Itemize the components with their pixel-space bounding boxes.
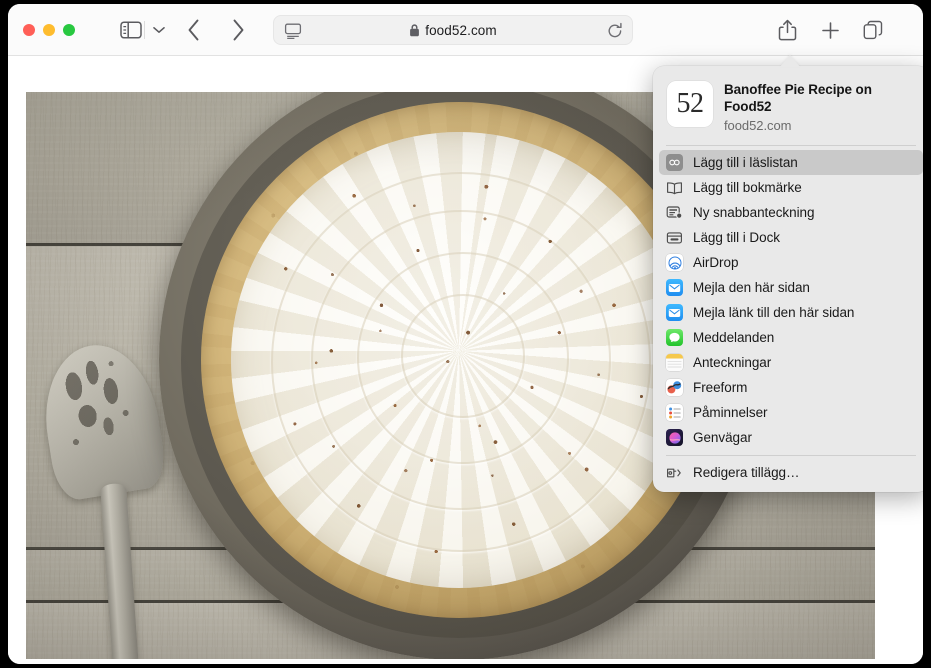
share-button[interactable]	[773, 17, 801, 43]
page-title: Banoffee Pie Recipe on Food52	[724, 82, 872, 114]
mail-icon	[666, 304, 683, 321]
page-domain: food52.com	[724, 118, 792, 133]
menu-item-label: Ny snabbanteckning	[693, 205, 815, 220]
menu-item-shortcuts[interactable]: Genvägar	[659, 425, 923, 450]
menu-item-label: Lägg till bokmärke	[693, 180, 802, 195]
menu-item-label: Mejla länk till den här sidan	[693, 305, 855, 320]
menu-item-label: Mejla den här sidan	[693, 280, 810, 295]
reload-icon[interactable]	[606, 22, 624, 40]
new-tab-button[interactable]	[816, 17, 844, 43]
menu-item-label: Påminnelser	[693, 405, 768, 420]
mail-icon	[666, 279, 683, 296]
minimize-window-button[interactable]	[43, 24, 55, 36]
menu-item-label: Genvägar	[693, 430, 752, 445]
back-button[interactable]	[181, 17, 207, 43]
menu-item-airdrop[interactable]: AirDrop	[659, 250, 923, 275]
bookmark-book-icon	[666, 179, 683, 196]
favicon-text: 52	[676, 88, 705, 119]
menu-item-notes[interactable]: Anteckningar	[659, 350, 923, 375]
share-popover: 52 Banoffee Pie Recipe on Food52 food52.…	[653, 66, 923, 492]
menu-item-label: Anteckningar	[693, 355, 772, 370]
extension-puzzle-icon	[666, 464, 683, 481]
toolbar-divider	[144, 21, 145, 39]
popover-pointer	[780, 55, 800, 67]
tab-overview-button[interactable]	[859, 17, 887, 43]
menu-item-email-this-page[interactable]: Mejla den här sidan	[659, 275, 923, 300]
menu-item-add-bookmark[interactable]: Lägg till bokmärke	[659, 175, 923, 200]
share-menu-list: Lägg till i läslistan Lägg till bokmärke	[653, 146, 923, 455]
window-controls	[23, 24, 75, 36]
menu-item-label: Freeform	[693, 380, 748, 395]
menu-item-add-to-reading-list[interactable]: Lägg till i läslistan	[659, 150, 923, 175]
forward-button[interactable]	[225, 17, 251, 43]
share-menu-footer: Redigera tillägg…	[653, 456, 923, 492]
menu-item-label: Lägg till i läslistan	[693, 155, 798, 170]
menu-item-label: Redigera tillägg…	[693, 465, 800, 480]
close-window-button[interactable]	[23, 24, 35, 36]
menu-item-messages[interactable]: Meddelanden	[659, 325, 923, 350]
menu-item-label: Meddelanden	[693, 330, 775, 345]
messages-icon	[666, 329, 683, 346]
share-popover-titles: Banoffee Pie Recipe on Food52 food52.com	[724, 81, 915, 133]
freeform-icon	[666, 379, 683, 396]
reminders-icon	[666, 404, 683, 421]
sidebar-toggle-icon[interactable]	[118, 18, 144, 42]
menu-item-email-link-to-page[interactable]: Mejla länk till den här sidan	[659, 300, 923, 325]
notes-icon	[666, 354, 683, 371]
menu-item-add-to-dock[interactable]: Lägg till i Dock	[659, 225, 923, 250]
reading-list-icon	[666, 154, 683, 171]
menu-item-reminders[interactable]: Påminnelser	[659, 400, 923, 425]
chevron-down-icon[interactable]	[150, 18, 168, 42]
menu-item-new-quick-note[interactable]: Ny snabbanteckning	[659, 200, 923, 225]
screen: food52.com 52 Banoffee Pie Recipe on Foo…	[0, 0, 931, 668]
menu-item-label: Lägg till i Dock	[693, 230, 780, 245]
menu-item-edit-extensions[interactable]: Redigera tillägg…	[659, 460, 923, 485]
share-popover-header: 52 Banoffee Pie Recipe on Food52 food52.…	[653, 66, 923, 145]
browser-toolbar: food52.com	[8, 4, 923, 56]
lock-icon	[409, 23, 420, 37]
shortcuts-icon	[666, 429, 683, 446]
favicon: 52	[667, 81, 713, 127]
airdrop-icon	[666, 254, 683, 271]
add-to-dock-icon	[666, 229, 683, 246]
url-display: food52.com	[274, 16, 632, 44]
menu-item-label: AirDrop	[693, 255, 739, 270]
address-bar[interactable]: food52.com	[273, 15, 633, 45]
reader-view-icon[interactable]	[284, 22, 302, 40]
maximize-window-button[interactable]	[63, 24, 75, 36]
safari-window: food52.com 52 Banoffee Pie Recipe on Foo…	[8, 4, 923, 664]
url-text: food52.com	[425, 22, 497, 38]
quick-note-icon	[666, 204, 683, 221]
menu-item-freeform[interactable]: Freeform	[659, 375, 923, 400]
